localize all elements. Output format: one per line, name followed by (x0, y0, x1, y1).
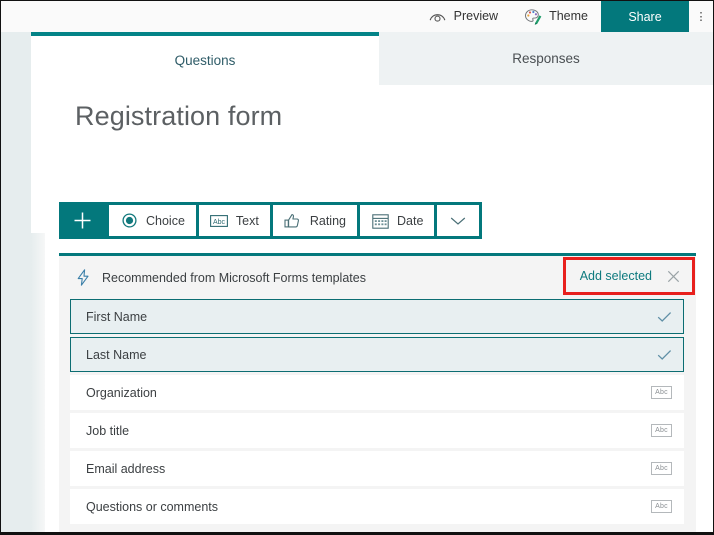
list-item[interactable]: Job title Abc (70, 413, 684, 448)
list-item-label: First Name (86, 309, 148, 324)
tab-strip: Questions Responses (31, 32, 713, 85)
page-title[interactable]: Registration form (75, 101, 282, 132)
left-rail (1, 32, 31, 534)
form-canvas: Registration form Choice Abc Text Rating… (45, 85, 713, 534)
tab-questions-label: Questions (174, 53, 236, 68)
window-bottom-edge (1, 532, 713, 534)
more-options-button[interactable]: ⋮ (689, 1, 713, 32)
add-question-button[interactable] (59, 202, 106, 239)
preview-button[interactable]: Preview (416, 1, 511, 32)
list-item[interactable]: Email address Abc (70, 451, 684, 486)
add-selected-highlight: Add selected (562, 257, 695, 295)
radio-circle-icon (120, 212, 138, 230)
list-item[interactable]: Organization Abc (70, 375, 684, 410)
recommended-questions-list: First Name Last Name Organization Abc Jo… (59, 299, 696, 524)
question-type-choice[interactable]: Choice (109, 205, 196, 236)
plus-icon (74, 212, 91, 229)
list-item-label: Email address (86, 461, 166, 476)
calendar-icon (371, 212, 389, 230)
recommended-panel-header: Recommended from Microsoft Forms templat… (59, 256, 696, 299)
more-options-icon: ⋮ (695, 11, 707, 23)
chevron-down-icon (449, 212, 467, 230)
thumbs-up-icon (284, 212, 302, 230)
svg-text:Abc: Abc (213, 219, 226, 226)
tab-responses-label: Responses (512, 51, 580, 66)
question-type-rating-label: Rating (309, 213, 346, 228)
share-button[interactable]: Share (601, 1, 689, 32)
list-item-label: Job title (86, 423, 130, 438)
check-icon (656, 309, 672, 325)
left-rail-gradient (31, 233, 45, 534)
top-command-bar: Preview Theme Share ⋮ (1, 1, 713, 32)
forms-app-window: Preview Theme Share ⋮ Questions Response… (0, 0, 714, 535)
check-icon (656, 347, 672, 363)
list-item[interactable]: First Name (70, 299, 684, 334)
question-type-rating[interactable]: Rating (272, 205, 357, 236)
share-label: Share (628, 9, 662, 24)
list-item-label: Organization (86, 385, 157, 400)
list-item-label: Questions or comments (86, 499, 218, 514)
abc-icon: Abc (651, 500, 672, 513)
abc-icon: Abc (651, 386, 672, 399)
palette-icon (524, 8, 542, 26)
abc-box-icon: Abc (209, 212, 228, 230)
recommended-questions-panel: Recommended from Microsoft Forms templat… (59, 253, 696, 534)
list-item[interactable]: Last Name (70, 337, 684, 372)
abc-icon: Abc (651, 424, 672, 437)
theme-button[interactable]: Theme (511, 1, 601, 32)
question-type-choice-label: Choice (146, 213, 185, 228)
question-type-text-label: Text (235, 213, 259, 228)
add-question-toolbar: Choice Abc Text Rating Date (59, 202, 483, 239)
tab-questions[interactable]: Questions (31, 32, 379, 85)
list-item-label: Last Name (86, 347, 147, 362)
lightning-bolt-icon (75, 269, 91, 287)
tab-responses[interactable]: Responses (379, 32, 713, 85)
close-x-icon[interactable] (665, 268, 681, 284)
recommended-panel-title: Recommended from Microsoft Forms templat… (102, 270, 366, 285)
theme-label: Theme (549, 9, 588, 24)
abc-icon: Abc (651, 462, 672, 475)
list-item[interactable]: Questions or comments Abc (70, 489, 684, 524)
question-type-date[interactable]: Date (360, 205, 435, 236)
question-type-text[interactable]: Abc Text (198, 205, 270, 236)
eye-icon (429, 8, 447, 26)
more-question-types-button[interactable] (437, 205, 480, 236)
add-selected-button[interactable]: Add selected (580, 269, 652, 283)
question-type-date-label: Date (397, 213, 424, 228)
preview-label: Preview (453, 9, 499, 24)
top-command-bar-actions: Preview Theme Share ⋮ (416, 1, 713, 32)
